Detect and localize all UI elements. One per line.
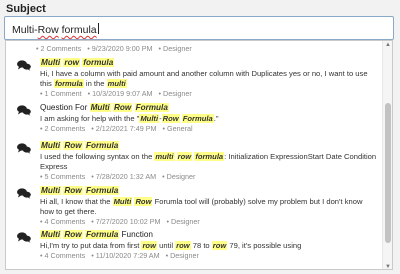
scroll-down-arrow-icon[interactable]: ▼ (384, 263, 392, 269)
post-date: • 7/28/2020 1:32 AM (91, 172, 157, 181)
list-item[interactable]: Multi row formula Hi, I have a column wi… (6, 57, 383, 99)
subject-label: Subject (6, 3, 46, 15)
result-snippet: Hi, I have a column with paid amount and… (40, 69, 368, 88)
discussion-bubbles-icon (17, 232, 31, 243)
post-date: • 10/3/2019 9:07 AM (87, 89, 153, 98)
subject-value-word-row: Row (37, 24, 59, 36)
comment-count: • 5 Comments (40, 172, 86, 181)
result-title[interactable]: Multi row formula (40, 58, 115, 67)
result-meta: • 4 Comments • 7/27/2020 10:02 PM • Desi… (40, 217, 200, 227)
subject-value-word-formula: formula (61, 24, 97, 36)
discussion-bubbles-icon (17, 143, 31, 154)
result-title[interactable]: Multi Row Formula (40, 141, 120, 150)
list-item[interactable]: Question For Multi Row Formula I am aski… (6, 102, 383, 136)
board-name: • Designer (158, 44, 192, 53)
discussion-bubbles-icon (17, 105, 31, 116)
suggestion-dropdown: • 2 Comments • 9/23/2020 9:00 PM • Desig… (5, 40, 393, 270)
discussion-bubbles-icon (17, 188, 31, 199)
comment-count: • 1 Comment (40, 89, 82, 98)
result-meta: • 4 Comments • 11/10/2020 7:29 AM • Desi… (40, 251, 199, 261)
comment-count: • 2 Comments (40, 124, 86, 133)
result-meta: • 2 Comments • 2/12/2021 7:49 PM • Gener… (40, 124, 193, 134)
result-title[interactable]: Multi Row Formula Function (40, 230, 153, 239)
board-name: • General (162, 124, 193, 133)
subject-value-prefix: Multi- (12, 24, 38, 36)
post-date: • 7/27/2020 10:02 PM (91, 217, 161, 226)
result-meta: • 1 Comment • 10/3/2019 9:07 AM • Design… (40, 89, 192, 99)
result-meta: • 5 Comments • 7/28/2020 1:32 AM • Desig… (40, 172, 195, 182)
dropdown-scrollbar[interactable]: ▲ ▼ (382, 41, 392, 269)
result-snippet: Hi,I'm try to put data from first row un… (40, 241, 302, 250)
scrollbar-thumb[interactable] (385, 103, 391, 243)
post-date: • 11/10/2020 7:29 AM (91, 251, 160, 260)
text-caret (97, 23, 99, 34)
result-snippet: I am asking for help with the "Multi-Row… (40, 114, 219, 123)
post-date: • 2/12/2021 7:49 PM (91, 124, 157, 133)
board-name: • Designer (162, 172, 196, 181)
result-meta-partial: • 2 Comments • 9/23/2020 9:00 PM • Desig… (36, 44, 192, 54)
result-snippet: Hi all, I know that the Multi Row Foruml… (40, 197, 363, 216)
post-date: • 9/23/2020 9:00 PM (87, 44, 153, 53)
comment-count: • 4 Comments (40, 217, 86, 226)
board-name: • Designer (166, 217, 200, 226)
scroll-up-arrow-icon[interactable]: ▲ (384, 41, 392, 49)
result-title[interactable]: Multi Row Formula (40, 186, 120, 195)
board-name: • Designer (158, 89, 192, 98)
list-item[interactable]: Multi Row Formula I used the following s… (6, 140, 383, 182)
result-snippet: I used the following syntax on the multi… (40, 152, 377, 171)
list-item[interactable]: Multi Row Formula Function Hi,I'm try to… (6, 229, 383, 269)
comment-count: • 4 Comments (40, 251, 86, 260)
result-title[interactable]: Question For Multi Row Formula (40, 103, 169, 112)
comment-count: • 2 Comments (36, 44, 82, 53)
list-item[interactable]: Multi Row Formula Hi all, I know that th… (6, 185, 383, 227)
discussion-bubbles-icon (17, 60, 31, 71)
subject-input[interactable]: Multi-Row formula (4, 16, 394, 40)
board-name: • Designer (165, 251, 199, 260)
